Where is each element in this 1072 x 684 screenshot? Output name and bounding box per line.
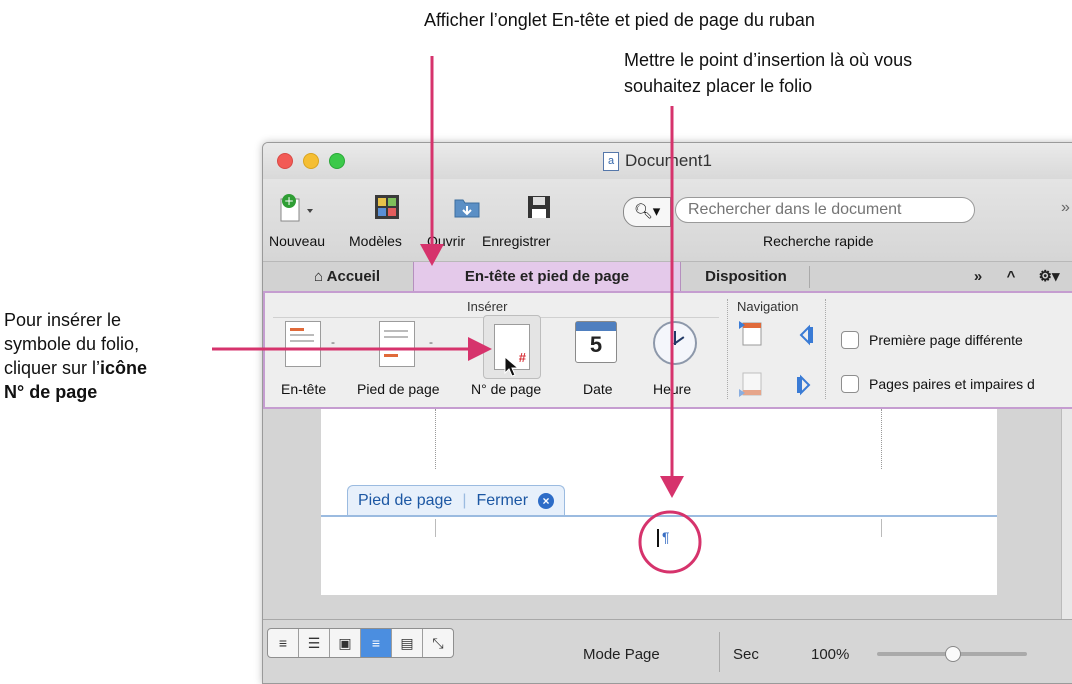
annotation-overlay [212,56,702,574]
arrow-to-tab [420,56,444,266]
insertion-point-highlight-circle [638,510,702,574]
arrow-to-insertion-point [660,106,684,498]
arrow-to-page-number-icon [212,337,492,361]
